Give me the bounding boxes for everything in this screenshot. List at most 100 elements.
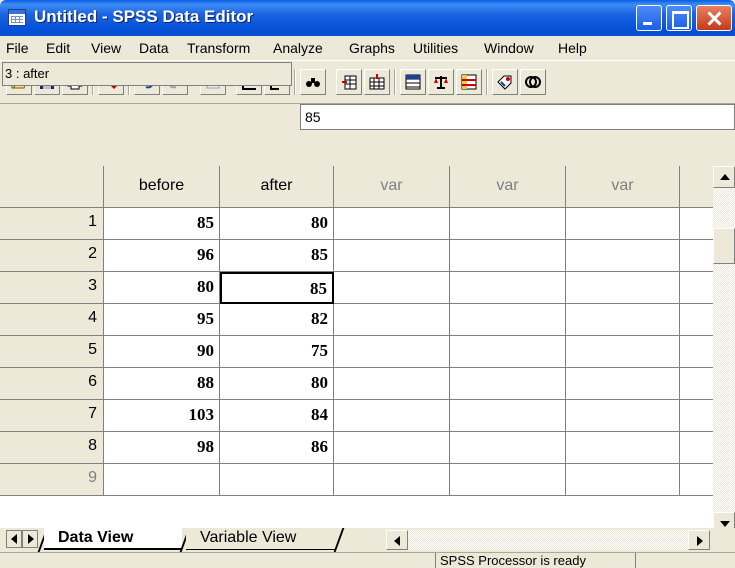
row-header[interactable]: 7 (0, 400, 104, 432)
cell-empty[interactable] (566, 272, 680, 304)
split-file-icon[interactable] (400, 69, 426, 95)
cell-empty[interactable] (566, 400, 680, 432)
cell-after[interactable] (220, 464, 334, 496)
spss-app-icon[interactable] (8, 9, 26, 26)
cell-empty[interactable] (450, 272, 566, 304)
row-header[interactable]: 9 (0, 464, 104, 496)
cell-before[interactable]: 90 (104, 336, 220, 368)
cell-empty[interactable] (450, 368, 566, 400)
find-icon[interactable] (300, 69, 326, 95)
cell-before[interactable]: 103 (104, 400, 220, 432)
cell-empty[interactable] (680, 400, 713, 432)
menu-window[interactable]: Window (484, 40, 534, 56)
cell-empty[interactable] (680, 336, 713, 368)
maximize-button[interactable] (666, 5, 692, 31)
menu-analyze[interactable]: Analyze (273, 40, 323, 56)
grid-corner[interactable] (0, 166, 104, 208)
row-header[interactable]: 6 (0, 368, 104, 400)
cell-after[interactable]: 80 (220, 368, 334, 400)
cell-before[interactable]: 88 (104, 368, 220, 400)
cell-before[interactable]: 98 (104, 432, 220, 464)
vertical-scroll-thumb[interactable] (713, 228, 735, 264)
cell-before[interactable]: 85 (104, 208, 220, 240)
cell-empty[interactable] (566, 368, 680, 400)
minimize-button[interactable] (636, 5, 662, 31)
column-header-after[interactable]: after (220, 166, 334, 208)
menu-edit[interactable]: Edit (46, 40, 70, 56)
cell-after[interactable]: 82 (220, 304, 334, 336)
cell-empty[interactable] (334, 464, 450, 496)
active-cell[interactable]: 85 (220, 272, 334, 304)
cell-empty[interactable] (680, 208, 713, 240)
cell-empty[interactable] (680, 464, 713, 496)
weight-cases-icon[interactable] (428, 69, 454, 95)
cell-empty[interactable] (680, 304, 713, 336)
cell-empty[interactable] (334, 336, 450, 368)
cell-empty[interactable] (334, 432, 450, 464)
tab-data-view[interactable]: Data View (44, 528, 182, 550)
menu-utilities[interactable]: Utilities (413, 40, 458, 56)
insert-case-icon[interactable] (336, 69, 362, 95)
select-cases-icon[interactable] (456, 69, 482, 95)
cell-value-input[interactable]: 85 (300, 104, 735, 130)
cell-after[interactable]: 85 (220, 240, 334, 272)
cell-empty[interactable] (566, 432, 680, 464)
close-button[interactable] (696, 5, 732, 31)
cell-empty[interactable] (450, 432, 566, 464)
cell-empty[interactable] (334, 240, 450, 272)
column-header-var[interactable]: var (450, 166, 566, 208)
cell-before[interactable]: 96 (104, 240, 220, 272)
cell-empty[interactable] (566, 336, 680, 368)
row-header[interactable]: 1 (0, 208, 104, 240)
tab-scroll-left-button[interactable] (6, 530, 22, 548)
cell-empty[interactable] (450, 304, 566, 336)
cell-empty[interactable] (450, 336, 566, 368)
cell-after[interactable]: 80 (220, 208, 334, 240)
scroll-up-button[interactable] (713, 166, 735, 188)
cell-empty[interactable] (334, 400, 450, 432)
title-bar[interactable]: Untitled - SPSS Data Editor (0, 0, 735, 36)
insert-variable-icon[interactable] (364, 69, 390, 95)
column-header-var[interactable]: var (566, 166, 680, 208)
menu-help[interactable]: Help (558, 40, 587, 56)
cell-empty[interactable] (680, 432, 713, 464)
tab-variable-view[interactable]: Variable View (186, 528, 336, 550)
row-header[interactable]: 5 (0, 336, 104, 368)
cell-empty[interactable] (566, 208, 680, 240)
vertical-scrollbar[interactable] (713, 166, 735, 556)
row-header[interactable]: 4 (0, 304, 104, 336)
cell-before[interactable]: 95 (104, 304, 220, 336)
menu-data[interactable]: Data (139, 40, 169, 56)
column-header-empty[interactable] (680, 166, 713, 208)
row-header[interactable]: 3 (0, 272, 104, 304)
cell-after[interactable]: 86 (220, 432, 334, 464)
menu-view[interactable]: View (91, 40, 121, 56)
cell-empty[interactable] (566, 240, 680, 272)
cell-empty[interactable] (450, 464, 566, 496)
cell-before[interactable] (104, 464, 220, 496)
column-header-var[interactable]: var (334, 166, 450, 208)
cell-after[interactable]: 75 (220, 336, 334, 368)
cell-empty[interactable] (334, 208, 450, 240)
cell-empty[interactable] (334, 272, 450, 304)
menu-transform[interactable]: Transform (187, 40, 250, 56)
cell-empty[interactable] (334, 368, 450, 400)
cell-empty[interactable] (680, 272, 713, 304)
menu-graphs[interactable]: Graphs (349, 40, 395, 56)
horizontal-scroll-track[interactable] (408, 530, 688, 550)
cell-empty[interactable] (450, 240, 566, 272)
hscroll-right-button[interactable] (688, 530, 710, 550)
menu-file[interactable]: File (6, 40, 29, 56)
cell-empty[interactable] (680, 368, 713, 400)
cell-empty[interactable] (680, 240, 713, 272)
cell-after[interactable]: 84 (220, 400, 334, 432)
use-sets-icon[interactable] (520, 69, 546, 95)
cell-empty[interactable] (566, 304, 680, 336)
row-header[interactable]: 8 (0, 432, 104, 464)
cell-empty[interactable] (450, 400, 566, 432)
row-header[interactable]: 2 (0, 240, 104, 272)
tab-scroll-right-button[interactable] (22, 530, 38, 548)
cell-empty[interactable] (450, 208, 566, 240)
cell-empty[interactable] (566, 464, 680, 496)
cell-empty[interactable] (334, 304, 450, 336)
